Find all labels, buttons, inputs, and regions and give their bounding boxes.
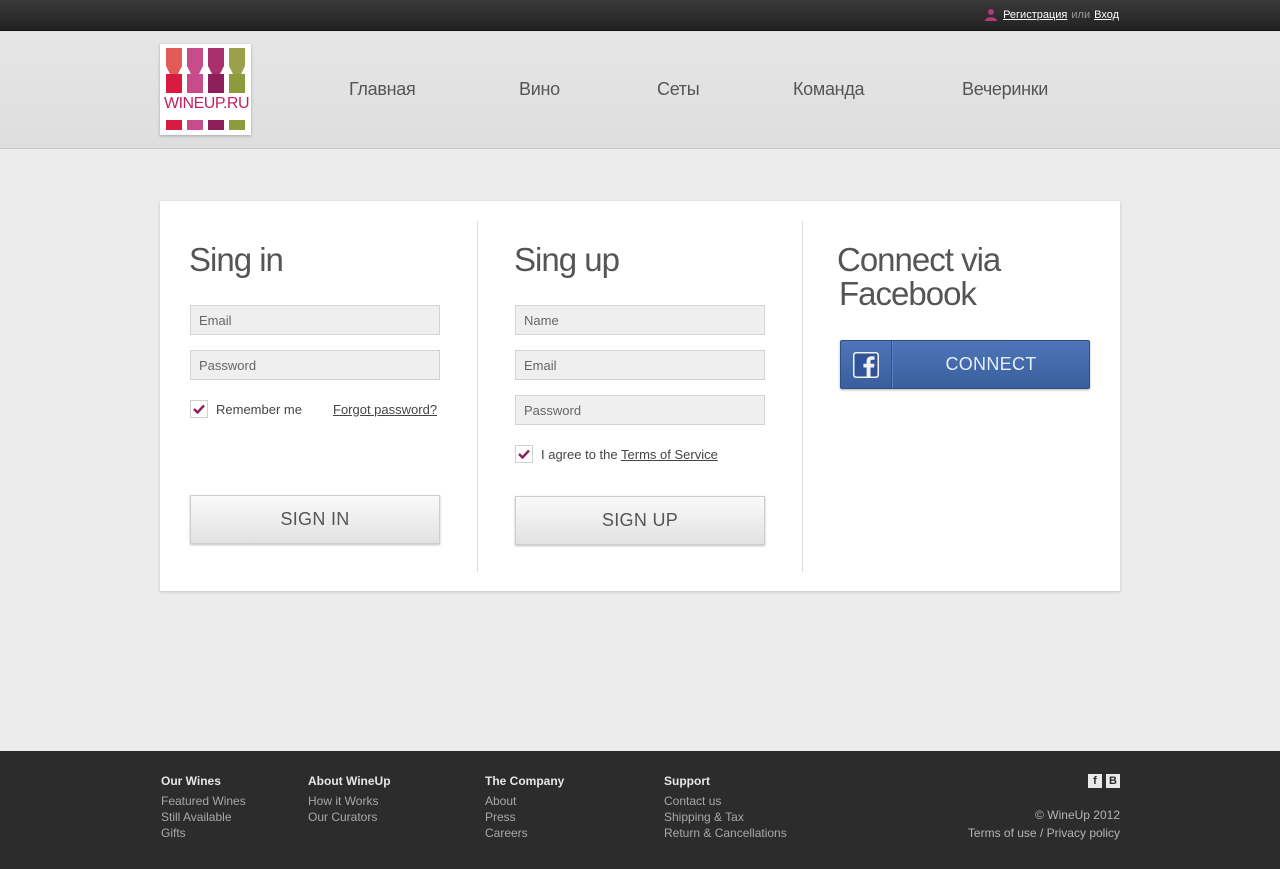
facebook-icon-box bbox=[841, 341, 892, 388]
nav-item-sets[interactable]: Сеты bbox=[657, 79, 700, 100]
facebook-connect-label: CONNECT bbox=[945, 354, 1037, 374]
wine-bottles-logo-icon bbox=[160, 48, 251, 130]
nav-item-wine[interactable]: Вино bbox=[519, 79, 560, 100]
signin-password-input[interactable] bbox=[190, 350, 440, 380]
copyright: © WineUp 2012 bbox=[1035, 808, 1120, 822]
footer-link-returns[interactable]: Return & Cancellations bbox=[664, 825, 787, 841]
register-link[interactable]: Регистрация bbox=[1003, 9, 1067, 21]
login-link[interactable]: Вход bbox=[1094, 9, 1119, 21]
footer-link-press[interactable]: Press bbox=[485, 809, 564, 825]
footer-col-about: About WineUp How it Works Our Curators bbox=[308, 773, 391, 825]
footer-heading: Support bbox=[664, 774, 710, 788]
sign-up-button[interactable]: SIGN UP bbox=[515, 496, 765, 545]
footer-col-our-wines: Our Wines Featured Wines Still Available… bbox=[161, 773, 246, 841]
footer-link-still-available[interactable]: Still Available bbox=[161, 809, 246, 825]
footer-link-contact[interactable]: Contact us bbox=[664, 793, 787, 809]
agree-terms-checkbox[interactable] bbox=[515, 445, 533, 463]
footer-link-careers[interactable]: Careers bbox=[485, 825, 564, 841]
footer-link-shipping[interactable]: Shipping & Tax bbox=[664, 809, 787, 825]
footer-link-gifts[interactable]: Gifts bbox=[161, 825, 246, 841]
signup-name-input[interactable] bbox=[515, 305, 765, 335]
check-icon bbox=[518, 449, 530, 459]
forgot-password-link[interactable]: Forgot password? bbox=[333, 402, 437, 417]
facebook-title-line2: Facebook bbox=[839, 275, 977, 312]
legal-links: Terms of use / Privacy policy bbox=[968, 826, 1120, 840]
signin-title: Sing in bbox=[189, 241, 284, 278]
nav-item-parties[interactable]: Вечеринки bbox=[962, 79, 1048, 100]
signup-title: Sing up bbox=[514, 241, 620, 278]
remember-me-label: Remember me bbox=[216, 402, 302, 417]
remember-me-checkbox[interactable] bbox=[190, 400, 208, 418]
terms-of-use-link[interactable]: Terms of use bbox=[968, 826, 1037, 840]
agree-prefix: I agree to the bbox=[541, 447, 618, 462]
footer-link-featured-wines[interactable]: Featured Wines bbox=[161, 793, 246, 809]
social-links: f B bbox=[1088, 774, 1120, 788]
footer: Our Wines Featured Wines Still Available… bbox=[0, 751, 1280, 869]
logo-text: WINEUP.RU bbox=[164, 95, 250, 112]
footer-link-how-it-works[interactable]: How it Works bbox=[308, 793, 391, 809]
check-icon bbox=[193, 404, 205, 414]
footer-heading: Our Wines bbox=[161, 774, 221, 788]
footer-link-our-curators[interactable]: Our Curators bbox=[308, 809, 391, 825]
signin-email-input[interactable] bbox=[190, 305, 440, 335]
terms-of-service-link[interactable]: Terms of Service bbox=[621, 447, 718, 462]
top-bar: Регистрация или Вход bbox=[0, 0, 1280, 31]
divider bbox=[802, 221, 803, 572]
divider bbox=[477, 221, 478, 572]
agree-terms-label: I agree to the Terms of Service bbox=[541, 447, 718, 462]
or-text: или bbox=[1071, 8, 1091, 21]
vkontakte-social-icon[interactable]: B bbox=[1106, 774, 1120, 788]
user-icon bbox=[985, 9, 998, 21]
footer-heading: The Company bbox=[485, 774, 565, 788]
privacy-policy-link[interactable]: Privacy policy bbox=[1047, 826, 1120, 840]
facebook-icon bbox=[853, 351, 879, 378]
footer-link-about[interactable]: About bbox=[485, 793, 564, 809]
facebook-title-line1: Connect via bbox=[837, 241, 1001, 278]
wineup-logo[interactable]: WINEUP.RU bbox=[160, 44, 251, 135]
footer-heading: About WineUp bbox=[308, 774, 391, 788]
nav-item-team[interactable]: Команда bbox=[793, 79, 865, 100]
account-links: Регистрация или Вход bbox=[985, 8, 1119, 21]
signup-password-input[interactable] bbox=[515, 395, 765, 425]
auth-card: Sing in Remember me Forgot password? SIG… bbox=[160, 201, 1120, 591]
facebook-title: Connect via Facebook bbox=[837, 241, 1001, 312]
sign-in-button[interactable]: SIGN IN bbox=[190, 495, 440, 544]
footer-col-company: The Company About Press Careers bbox=[485, 773, 564, 841]
footer-col-support: Support Contact us Shipping & Tax Return… bbox=[664, 773, 787, 841]
facebook-connect-button[interactable]: CONNECT bbox=[840, 340, 1090, 389]
nav-item-home[interactable]: Главная bbox=[349, 79, 416, 100]
legal-separator: / bbox=[1039, 826, 1044, 840]
signup-email-input[interactable] bbox=[515, 350, 765, 380]
header: WINEUP.RU Главная Вино Сеты Команда Вече… bbox=[0, 31, 1280, 149]
facebook-social-icon[interactable]: f bbox=[1088, 774, 1102, 788]
